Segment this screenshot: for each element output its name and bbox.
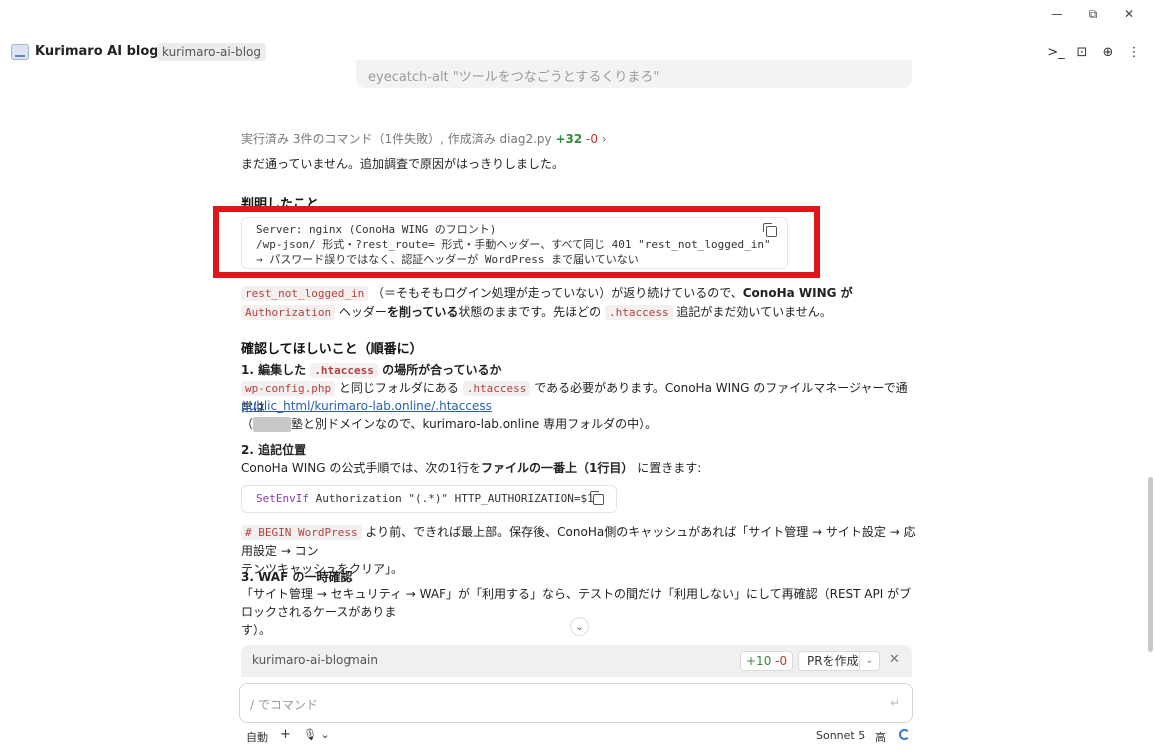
para-text: ヘッダー: [338, 305, 387, 319]
summary-additions: +32: [555, 132, 583, 146]
inline-code: .htaccess: [604, 305, 673, 320]
check-item-1-note: （ 塾と別ドメインなので、kurimaro-lab.online 専用フォルダの中…: [241, 415, 916, 433]
para-bold: ConoHa WING が: [742, 286, 853, 300]
branch-main[interactable]: main: [348, 653, 378, 667]
check-item-1-title: 1. 編集した .htaccess の場所が合っているか: [241, 361, 916, 380]
mode-selector[interactable]: 自動: [246, 729, 268, 745]
pr-label: PRを作成: [807, 654, 859, 668]
input-footer: 自動 + 🎙 ⌄ Sonnet 5 高: [241, 727, 912, 745]
enter-icon[interactable]: ↵: [890, 696, 900, 710]
chevron-right-icon: ›: [601, 132, 607, 146]
item-bold: ファイルの一番上（1行目）: [481, 461, 634, 475]
para-text: （＝そもそもログイン処理が走っていない）が返り続けているので、: [372, 286, 743, 300]
item-text: す）。: [241, 623, 272, 637]
loading-spinner-icon: [899, 729, 910, 740]
item-text: に置きます:: [637, 461, 702, 475]
previous-message-remnant: eyecatch-alt "ツールをつなごうとするくりまろ": [356, 60, 912, 88]
findings-paragraph: rest_not_logged_in （＝そもそもログイン処理が走っていない）が…: [241, 284, 916, 322]
branch-repo[interactable]: kurimaro-ai-blog: [252, 653, 351, 667]
inline-code: # BEGIN WordPress: [241, 525, 362, 540]
code-text: Authorization "(.*)" HTTP_AUTHORIZATION=…: [308, 492, 594, 505]
close-branch-bar-button[interactable]: ✕: [889, 652, 900, 667]
chevron-down-icon[interactable]: ⌄: [859, 652, 879, 670]
create-pr-button[interactable]: PRを作成 ⌄: [798, 651, 880, 671]
scroll-down-button[interactable]: ⌄: [570, 617, 589, 636]
red-highlight-box: [213, 206, 820, 278]
setenvif-code-block: SetEnvIf Authorization "(.*)" HTTP_AUTHO…: [241, 485, 617, 513]
code-keyword: SetEnvIf: [256, 492, 309, 505]
item-text: ConoHa WING の公式手順では、次の1行を: [241, 461, 481, 475]
diff-deletions: -0: [775, 654, 788, 668]
check-item-1-link-line: public_html/kurimaro-lab.online/.htacces…: [241, 397, 916, 415]
restore-button[interactable]: ⧉: [1075, 4, 1111, 24]
command-summary[interactable]: 実行済み 3件のコマンド（1件失敗）, 作成済み diag2.py +32 -0…: [241, 130, 607, 147]
branch-bar: kurimaro-ai-blog main +10 -0 PRを作成 ⌄ ✕: [241, 645, 912, 677]
copy-icon[interactable]: [590, 491, 604, 505]
inline-code: wp-config.php: [241, 381, 336, 396]
para-text: 追記がまだ効いていません。: [676, 305, 832, 319]
summary-text: 実行済み 3件のコマンド（1件失敗）, 作成済み diag2.py: [241, 132, 552, 146]
window-controls: — ⧉ ✕: [1039, 4, 1147, 24]
checks-heading: 確認してほしいこと（順番に）: [241, 342, 423, 357]
para-bold: を削っている: [386, 305, 459, 319]
inline-code: rest_not_logged_in: [241, 286, 369, 301]
minimize-button[interactable]: —: [1039, 4, 1075, 24]
item-title-text: の場所が合っているか: [382, 363, 502, 377]
intro-text: まだ通っていません。追加調査で原因がはっきりしました。: [241, 157, 565, 171]
item-text: 「サイト管理 → セキュリティ → WAF」が「利用する」なら、テストの間だけ「…: [241, 587, 912, 619]
add-icon[interactable]: +: [280, 727, 291, 742]
command-placeholder: / でコマンド: [250, 698, 318, 712]
diff-additions: +10: [746, 654, 772, 668]
repo-badge[interactable]: kurimaro-ai-blog: [157, 43, 266, 61]
laptop-icon: [11, 44, 29, 60]
check-item-3-title: 3. WAF の一時確認: [241, 570, 353, 584]
terminal-icon[interactable]: >_: [1047, 43, 1065, 61]
model-selector[interactable]: Sonnet 5: [816, 729, 865, 742]
command-input[interactable]: / でコマンド ↵: [239, 683, 913, 723]
note-text: （: [241, 417, 254, 431]
inline-code: .htaccess: [462, 381, 531, 396]
more-icon[interactable]: ⋮: [1125, 43, 1143, 61]
diff-badge[interactable]: +10 -0: [740, 651, 794, 671]
redacted-block: [253, 417, 292, 432]
header-tools: >_ ⊡ ⊕ ⋮: [1047, 43, 1143, 61]
summary-deletions: -0: [586, 132, 599, 146]
htaccess-path-link[interactable]: public_html/kurimaro-lab.online/.htacces…: [241, 399, 492, 413]
note-text: 塾と別ドメインなので、kurimaro-lab.online 専用フォルダの中）…: [291, 417, 658, 431]
archive-icon[interactable]: ⊡: [1073, 43, 1091, 61]
scrollbar-thumb[interactable]: [1148, 477, 1153, 652]
close-window-button[interactable]: ✕: [1111, 4, 1147, 24]
check-item-2-text: ConoHa WING の公式手順では、次の1行をファイルの一番上（1行目） に…: [241, 459, 916, 477]
item-title-text: 1. 編集した: [241, 363, 307, 377]
scrollbar[interactable]: [1147, 64, 1153, 654]
item-text: と同じフォルダにある: [338, 381, 459, 395]
check-item-2-title: 2. 追記位置: [241, 443, 307, 457]
inline-code: .htaccess: [310, 363, 378, 378]
para-text: 状態のままです。先ほどの: [458, 305, 602, 319]
microphone-icon[interactable]: 🎙 ⌄: [303, 728, 330, 741]
inline-code: Authorization: [241, 305, 336, 320]
globe-icon[interactable]: ⊕: [1099, 43, 1117, 61]
effort-level[interactable]: 高: [875, 729, 886, 745]
